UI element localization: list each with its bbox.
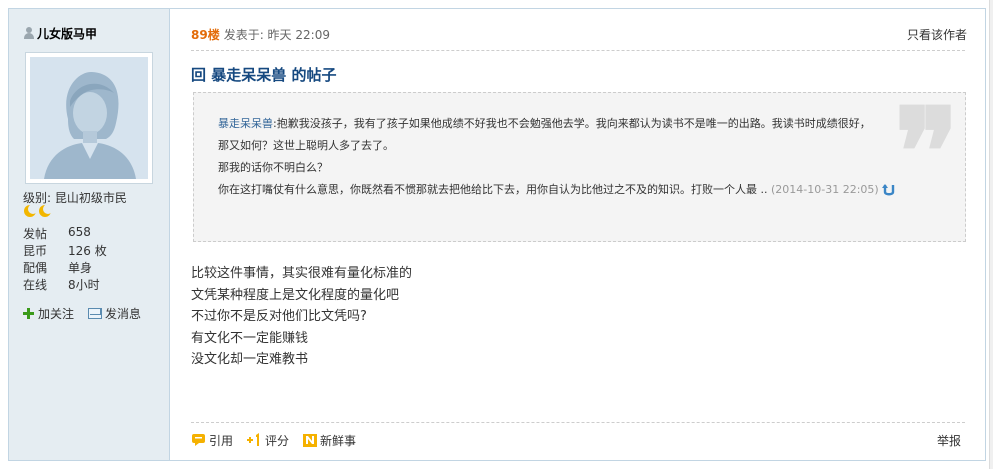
rate-icon xyxy=(247,433,263,447)
send-message-button[interactable]: 发消息 xyxy=(88,305,141,322)
stat-online: 在线 8小时 xyxy=(23,276,107,293)
report-button[interactable]: 举报 xyxy=(937,432,961,449)
stat-value: 126 枚 xyxy=(68,244,107,258)
news-label: 新鲜事 xyxy=(320,433,357,448)
stat-posts: 发帖 658 xyxy=(23,225,107,242)
message-icon xyxy=(88,308,103,319)
quote-body: 暴走呆呆兽:抱歉我没孩子，我有了孩子如果他成绩不好我也不会勉强他去学。我向来都认… xyxy=(218,113,965,201)
message-label: 发消息 xyxy=(105,307,142,321)
moon-icon xyxy=(23,204,38,218)
content-line: 文凭某种程度上是文化程度的量化吧 xyxy=(191,287,400,303)
follow-label: 加关注 xyxy=(38,307,75,321)
post-footer: 引用 评分 新鲜事 举报 xyxy=(191,432,965,448)
quote-user-link[interactable]: 暴走呆呆兽 xyxy=(218,117,273,130)
stat-key: 配偶 xyxy=(23,261,48,275)
floor-number[interactable]: 89楼 xyxy=(191,26,220,42)
quote-line: 你在这打嘴仗有什么意思，你既然看不惯那就去把他给比下去，用你自认为比他过之不及的… xyxy=(218,183,768,196)
level-value: 昆山初级市民 xyxy=(54,191,127,205)
author-actions: 加关注 发消息 xyxy=(23,305,155,322)
avatar-silhouette xyxy=(30,57,148,179)
author-header: 儿女版马甲 xyxy=(23,25,97,41)
quote-line: :抱歉我没孩子，我有了孩子如果他成绩不好我也不会勉强他去学。我向来都认为读书不是… xyxy=(273,117,871,130)
post-content: 比较这件事情，其实很难有量化标准的 文凭某种程度上是文化程度的量化吧 不过你不是… xyxy=(191,263,412,371)
header-divider xyxy=(191,50,965,51)
stat-value: 单身 xyxy=(68,261,93,275)
author-name[interactable]: 儿女版马甲 xyxy=(37,25,97,42)
post-header: 89楼 发表于: 昨天 22:09 只看该作者 xyxy=(191,26,971,42)
quote-date: (2014-10-31 22:05) xyxy=(767,183,879,196)
content-line: 不过你不是反对他们比文凭吗? xyxy=(191,309,367,324)
author-sidebar: 儿女版马甲 级别: 昆山初级市民 发帖 658 昆币 126 枚 配偶 单身 在… xyxy=(9,9,170,460)
quote-reply-icon xyxy=(191,433,207,447)
quote-block: ❞ 暴走呆呆兽:抱歉我没孩子，我有了孩子如果他成绩不好我也不会勉强他去学。我向来… xyxy=(193,92,966,242)
stat-spouse: 配偶 单身 xyxy=(23,259,107,276)
post-title: 回 暴走呆呆兽 的帖子 xyxy=(191,66,337,84)
follow-button[interactable]: 加关注 xyxy=(23,305,74,322)
stat-value[interactable]: 658 xyxy=(68,225,91,242)
quote-reply-label: 引用 xyxy=(209,433,234,448)
user-icon xyxy=(23,27,34,39)
content-line: 有文化不一定能赚钱 xyxy=(191,330,309,346)
scrollbar[interactable] xyxy=(989,0,993,469)
stat-key: 发帖 xyxy=(23,227,48,241)
stat-key: 在线 xyxy=(23,278,48,292)
level-label: 级别: xyxy=(23,191,52,205)
post-main: 89楼 发表于: 昨天 22:09 只看该作者 回 暴走呆呆兽 的帖子 ❞ 暴走… xyxy=(171,9,985,460)
quote-reply-button[interactable]: 引用 xyxy=(191,432,233,449)
content-line: 没文化却一定难教书 xyxy=(191,352,309,367)
moon-icon xyxy=(38,204,53,218)
posted-at: 发表于: 昨天 22:09 xyxy=(223,28,330,42)
content-line: 比较这件事情，其实很难有量化标准的 xyxy=(191,266,413,281)
post-frame: 儿女版马甲 级别: 昆山初级市民 发帖 658 昆币 126 枚 配偶 单身 在… xyxy=(8,8,986,461)
author-only-link[interactable]: 只看该作者 xyxy=(907,26,967,43)
level-badges xyxy=(23,204,53,218)
stat-coins: 昆币 126 枚 xyxy=(23,242,107,259)
rate-label: 评分 xyxy=(265,433,290,448)
footer-divider xyxy=(191,422,965,423)
rate-button[interactable]: 评分 xyxy=(247,432,289,449)
news-button[interactable]: 新鲜事 xyxy=(303,432,356,449)
stat-value: 8小时 xyxy=(68,278,100,292)
news-icon xyxy=(303,433,318,447)
avatar[interactable] xyxy=(25,52,153,184)
quote-line: 那我的话你不明白么？ xyxy=(218,161,328,174)
plus-icon xyxy=(23,308,34,319)
jump-back-icon[interactable] xyxy=(882,183,896,197)
author-stats: 发帖 658 昆币 126 枚 配偶 单身 在线 8小时 xyxy=(23,225,107,293)
quote-line: 那又如何？这世上聪明人多了去了。 xyxy=(218,139,394,152)
stat-key: 昆币 xyxy=(23,244,48,258)
